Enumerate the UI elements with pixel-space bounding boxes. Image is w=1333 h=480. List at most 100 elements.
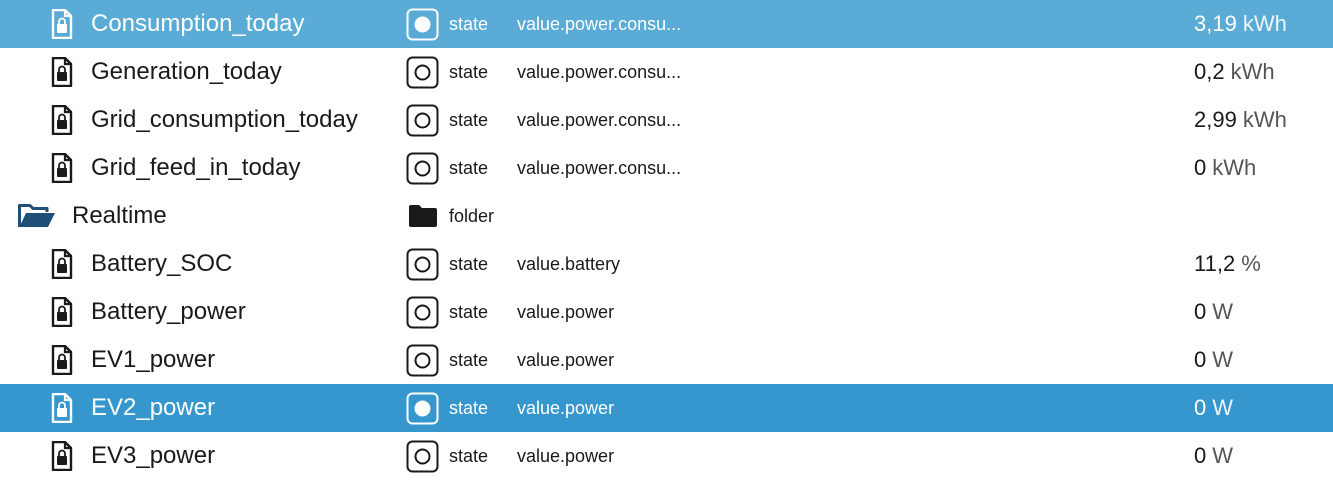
object-role: value.power [517, 349, 615, 370]
object-value[interactable]: 0W [1194, 288, 1233, 336]
value-unit: W [1212, 299, 1234, 324]
state-icon [406, 392, 439, 425]
object-type: state [449, 13, 489, 34]
object-role: value.power.consu... [517, 157, 682, 178]
value-unit: % [1241, 251, 1261, 276]
object-name: EV2_power [91, 394, 216, 421]
state-icon [406, 296, 439, 329]
name-cell: EV2_power [49, 384, 215, 432]
type-cell: state [406, 240, 488, 288]
object-name: Realtime [72, 202, 167, 229]
object-name: Generation_today [91, 58, 282, 85]
type-cell: state [406, 288, 488, 336]
object-value[interactable]: 3,19 kWh [1194, 0, 1287, 48]
value-unit: W [1212, 395, 1234, 420]
object-type: state [449, 349, 489, 370]
name-cell: EV1_power [49, 336, 215, 384]
name-cell: Consumption_today [49, 0, 304, 48]
name-cell: Generation_today [49, 48, 282, 96]
locked-file-icon [49, 152, 75, 184]
object-type: state [449, 445, 489, 466]
open-folder-icon[interactable] [17, 200, 57, 232]
tree-row-battery-soc[interactable]: Battery_SOC state value.battery 11,2% [0, 240, 1333, 288]
name-cell: Grid_consumption_today [49, 96, 358, 144]
value-number: 0 [1194, 443, 1207, 468]
object-name: EV1_power [91, 346, 216, 373]
object-role: value.power.consu... [517, 109, 682, 130]
tree-row-generation-today[interactable]: Generation_today state value.power.consu… [0, 48, 1333, 96]
tree-row-grid-consumption-today[interactable]: Grid_consumption_today state value.power… [0, 96, 1333, 144]
value-number: 0 [1194, 299, 1207, 324]
type-cell: state [406, 0, 488, 48]
locked-file-icon [49, 8, 75, 40]
object-value[interactable]: 0,2 kWh [1194, 48, 1275, 96]
object-type: state [449, 61, 489, 82]
value-unit: W [1212, 347, 1234, 372]
value-unit: kWh [1212, 155, 1257, 180]
object-value[interactable]: 0W [1194, 384, 1233, 432]
object-name: EV3_power [91, 442, 216, 469]
locked-file-icon [49, 56, 75, 88]
type-cell: state [406, 96, 488, 144]
locked-file-icon [49, 392, 75, 424]
object-type: state [449, 397, 489, 418]
type-cell: state [406, 48, 488, 96]
object-role: value.power [517, 301, 615, 322]
object-value [1194, 192, 1200, 240]
value-unit: kWh [1230, 59, 1275, 84]
object-role: value.power.consu... [517, 13, 682, 34]
object-type: folder [449, 205, 495, 226]
locked-file-icon [49, 440, 75, 472]
object-value[interactable]: 2,99 kWh [1194, 96, 1287, 144]
tree-row-ev2-power[interactable]: EV2_power state value.power 0W [0, 384, 1333, 432]
value-number: 2,99 [1194, 107, 1237, 132]
value-unit: kWh [1242, 11, 1287, 36]
tree-row-realtime-folder[interactable]: Realtime folder [0, 192, 1333, 240]
type-cell: folder [406, 192, 494, 240]
locked-file-icon [49, 344, 75, 376]
object-name: Grid_feed_in_today [91, 154, 301, 181]
object-value[interactable]: 0W [1194, 432, 1233, 480]
tree-row-battery-power[interactable]: Battery_power state value.power 0W [0, 288, 1333, 336]
state-icon [406, 104, 439, 137]
value-number: 0,2 [1194, 59, 1225, 84]
object-role: value.power.consu... [517, 61, 682, 82]
state-icon [406, 248, 439, 281]
object-value[interactable]: 0 kWh [1194, 144, 1256, 192]
object-role: value.battery [517, 253, 621, 274]
object-name: Grid_consumption_today [91, 106, 358, 133]
type-cell: state [406, 144, 488, 192]
type-cell: state [406, 432, 488, 480]
locked-file-icon [49, 296, 75, 328]
tree-row-ev3-power[interactable]: EV3_power state value.power 0W [0, 432, 1333, 480]
object-name: Battery_SOC [91, 250, 233, 277]
state-icon [406, 152, 439, 185]
tree-row-consumption-today[interactable]: Consumption_today state value.power.cons… [0, 0, 1333, 48]
object-name: Battery_power [91, 298, 246, 325]
state-icon [406, 344, 439, 377]
tree-row-grid-feed-in-today[interactable]: Grid_feed_in_today state value.power.con… [0, 144, 1333, 192]
tree-row-ev1-power[interactable]: EV1_power state value.power 0W [0, 336, 1333, 384]
locked-file-icon [49, 248, 75, 280]
type-cell: state [406, 384, 488, 432]
name-cell: Grid_feed_in_today [49, 144, 300, 192]
value-number: 11,2 [1194, 251, 1236, 276]
folder-icon [406, 200, 439, 233]
value-number: 0 [1194, 155, 1207, 180]
object-type: state [449, 253, 489, 274]
name-cell: Battery_power [49, 288, 246, 336]
value-number: 0 [1194, 395, 1207, 420]
value-number: 0 [1194, 347, 1207, 372]
object-type: state [449, 157, 489, 178]
object-value[interactable]: 11,2% [1194, 240, 1261, 288]
object-name: Consumption_today [91, 10, 305, 37]
state-icon [406, 56, 439, 89]
locked-file-icon [49, 104, 75, 136]
object-type: state [449, 301, 489, 322]
object-value[interactable]: 0W [1194, 336, 1233, 384]
value-unit: kWh [1242, 107, 1287, 132]
object-role: value.power [517, 445, 615, 466]
name-cell: Realtime [17, 192, 167, 240]
name-cell: EV3_power [49, 432, 215, 480]
object-tree: Consumption_today state value.power.cons… [0, 0, 1333, 472]
